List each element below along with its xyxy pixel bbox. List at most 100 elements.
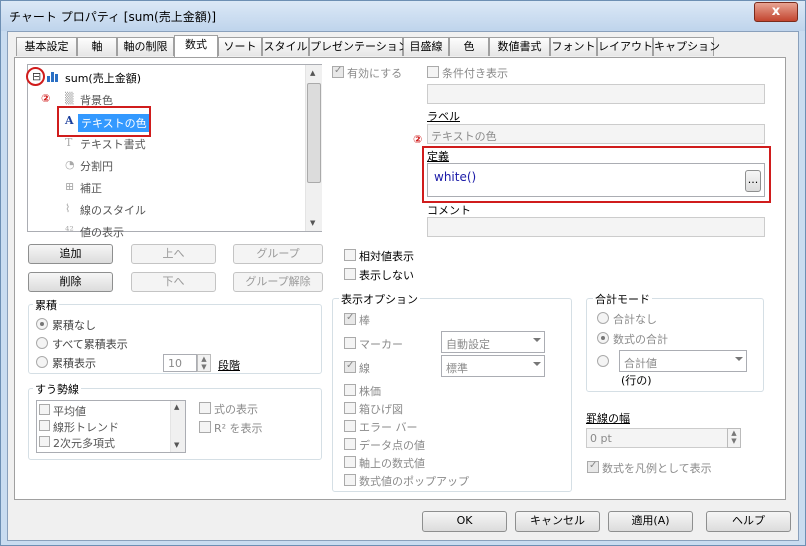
comment-input[interactable]	[427, 217, 765, 237]
relative-checkbox[interactable]	[344, 249, 356, 261]
legend-formula-checkbox[interactable]: ✓	[587, 460, 599, 473]
marker-label: マーカー	[359, 338, 403, 351]
steps-input[interactable]: 10	[163, 354, 197, 372]
hide-label: 表示しない	[359, 269, 414, 282]
apply-button[interactable]: 適用(A)	[608, 511, 693, 532]
tree-item[interactable]: 線のスタイル	[80, 202, 146, 218]
tab-8[interactable]: 色	[449, 37, 489, 56]
enabled-checkbox[interactable]: ✓	[332, 65, 344, 78]
tree-scrollbar[interactable]: ▲ ▼	[305, 65, 322, 231]
marker-select[interactable]: 自動設定	[441, 331, 545, 353]
display-option-label: 軸上の数式値	[359, 457, 425, 470]
display-option-checkbox[interactable]	[344, 384, 356, 396]
line-width-input[interactable]: 0 pt	[586, 428, 728, 448]
steps-spinner[interactable]: ▲ ▼	[197, 354, 211, 372]
tab-10[interactable]: フォント	[550, 37, 597, 56]
display-option-checkbox[interactable]	[344, 456, 356, 468]
bar-checkbox[interactable]: ✓	[344, 312, 356, 325]
accumulation-radio-0[interactable]	[36, 318, 48, 330]
annotation-marker-1: ②	[41, 92, 51, 105]
add-button[interactable]: 追加	[28, 244, 113, 264]
line-style-select[interactable]: 標準	[441, 355, 545, 377]
tree-item[interactable]: テキスト書式	[80, 136, 146, 152]
line-checkbox[interactable]: ✓	[344, 360, 356, 373]
line-label: 線	[359, 362, 370, 375]
conditional-checkbox[interactable]	[427, 66, 439, 78]
tab-5[interactable]: スタイル	[262, 37, 309, 56]
tab-12[interactable]: キャプション	[653, 37, 720, 56]
bg-color-icon: ▒	[65, 92, 74, 105]
display-options-title: 表示オプション	[339, 291, 420, 307]
group-button[interactable]: グループ	[233, 244, 323, 264]
total-mode-radio-0[interactable]	[597, 312, 609, 324]
total-mode-option-label: 合計なし	[613, 313, 657, 326]
relative-label: 相対値表示	[359, 250, 414, 263]
highlight-box-definition	[422, 146, 771, 203]
accumulation-option-label: 累積なし	[52, 319, 96, 332]
tree-item[interactable]: 分割円	[80, 158, 113, 174]
tab-1[interactable]: 軸	[77, 37, 117, 56]
offset-icon: ⊞	[65, 180, 75, 193]
text-format-icon: T	[65, 136, 73, 149]
down-button[interactable]: 下へ	[131, 272, 216, 292]
trendline-item-label: 平均値	[53, 405, 86, 418]
label-title: ラベル	[427, 110, 460, 123]
conditional-input[interactable]	[427, 84, 765, 104]
tab-0[interactable]: 基本設定	[16, 37, 77, 56]
highlight-box-text-color	[57, 106, 151, 137]
ungroup-button[interactable]: グループ解除	[233, 272, 323, 292]
close-button[interactable]: x	[754, 2, 798, 22]
conditional-label: 条件付き表示	[442, 67, 508, 80]
accumulation-radio-1[interactable]	[36, 337, 48, 349]
chart-bar-icon	[47, 70, 61, 82]
sum-select[interactable]: 合計値	[619, 350, 747, 372]
display-option-checkbox[interactable]	[344, 438, 356, 450]
pie-slice-icon: ◔	[65, 158, 75, 171]
bar-label: 棒	[359, 314, 370, 327]
up-button[interactable]: 上へ	[131, 244, 216, 264]
display-option-label: 箱ひげ図	[359, 403, 403, 416]
help-button[interactable]: ヘルプ	[706, 511, 791, 532]
tab-3[interactable]: 数式	[174, 35, 218, 57]
chevron-down-icon	[533, 338, 541, 342]
tree-item[interactable]: 補正	[80, 180, 102, 196]
display-option-checkbox[interactable]	[344, 420, 356, 432]
total-mode-option-label: 数式の合計	[613, 333, 668, 346]
marker-checkbox[interactable]	[344, 337, 356, 349]
display-option-label: 株価	[359, 385, 381, 398]
tab-4[interactable]: ソート	[218, 37, 262, 56]
trendline-checkbox[interactable]	[39, 420, 50, 431]
hide-checkbox[interactable]	[344, 268, 356, 280]
display-option-checkbox[interactable]	[344, 474, 356, 486]
tab-7[interactable]: 目盛線	[403, 37, 449, 56]
trendline-checkbox[interactable]	[39, 404, 50, 415]
accumulation-title: 累積	[33, 297, 59, 313]
tree-root-label[interactable]: sum(売上金額)	[65, 70, 141, 86]
tab-11[interactable]: レイアウト	[597, 37, 653, 56]
total-mode-radio-1[interactable]	[597, 332, 609, 344]
ok-button[interactable]: OK	[422, 511, 507, 532]
display-option-checkbox[interactable]	[344, 402, 356, 414]
value-display-icon: ⁴²	[65, 224, 74, 237]
label-input[interactable]: テキストの色	[427, 124, 765, 144]
chevron-down-icon	[735, 357, 743, 361]
tab-6[interactable]: プレゼンテーション	[309, 37, 409, 56]
tree-item[interactable]: 値の表示	[80, 224, 124, 240]
total-mode-title: 合計モード	[593, 291, 652, 307]
show-formula-checkbox[interactable]	[199, 402, 211, 414]
annotation-marker-2: ②	[413, 133, 423, 146]
show-r2-checkbox[interactable]	[199, 421, 211, 433]
comment-title: コメント	[427, 204, 471, 217]
accumulation-radio-2[interactable]	[36, 356, 48, 368]
delete-button[interactable]: 削除	[28, 272, 113, 292]
cancel-button[interactable]: キャンセル	[515, 511, 600, 532]
line-width-spinner[interactable]: ▲ ▼	[727, 428, 741, 448]
display-option-label: エラー バー	[359, 421, 418, 434]
tab-2[interactable]: 軸の制限	[117, 37, 174, 56]
line-style-icon: ⌇	[65, 202, 71, 215]
tab-9[interactable]: 数値書式	[489, 37, 550, 56]
highlight-circle	[26, 67, 45, 86]
trendline-checkbox[interactable]	[39, 436, 50, 447]
sum-mode-radio[interactable]	[597, 355, 609, 367]
line-width-title: 罫線の幅	[586, 412, 630, 425]
